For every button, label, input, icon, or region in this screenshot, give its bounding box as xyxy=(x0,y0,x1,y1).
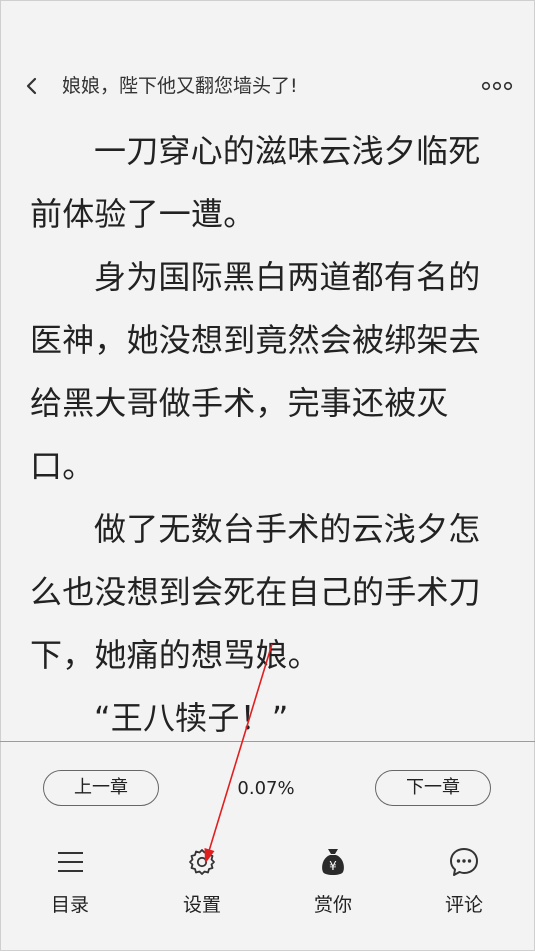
prev-chapter-button[interactable]: 上一章 xyxy=(43,770,159,806)
book-title: 娘娘，陛下他又翻您墙头了! xyxy=(62,75,298,97)
reading-progress: 0.07% xyxy=(237,778,295,799)
paragraph: 身为国际黑白两道都有名的医神，她没想到竟然会被绑架去给黑大哥做手术，完事还被灭口… xyxy=(30,258,481,485)
back-button[interactable] xyxy=(20,74,44,98)
toolbar-reward-label: 赏你 xyxy=(313,894,352,916)
gear-icon xyxy=(189,849,215,875)
toolbar-reward[interactable]: ¥ 赏你 xyxy=(293,846,373,926)
next-chapter-button[interactable]: 下一章 xyxy=(375,770,491,806)
more-button[interactable] xyxy=(481,78,513,94)
toolbar-comment-label: 评论 xyxy=(444,894,483,916)
comment-icon xyxy=(450,848,478,876)
toolbar-catalog[interactable]: 目录 xyxy=(30,846,110,926)
money-bag-icon: ¥ xyxy=(322,849,344,875)
toolbar-comment[interactable]: 评论 xyxy=(424,846,504,926)
toolbar-settings-label: 设置 xyxy=(182,894,221,916)
paragraph: 一刀穿心的滋味云浅夕临死前体验了一遭。 xyxy=(30,132,481,233)
menu-list-icon xyxy=(58,852,83,872)
toolbar-divider xyxy=(0,741,535,742)
chevron-left-icon xyxy=(26,77,37,95)
reader-header: 娘娘，陛下他又翻您墙头了! xyxy=(0,62,535,110)
paragraph: 做了无数台手术的云浅夕怎么也没想到会死在自己的手术刀下，她痛的想骂娘。 xyxy=(30,510,481,674)
more-dots-icon xyxy=(481,81,513,91)
toolbar-settings[interactable]: 设置 xyxy=(162,846,242,926)
toolbar-catalog-label: 目录 xyxy=(50,894,89,916)
svg-text:¥: ¥ xyxy=(329,859,337,873)
chapter-content: 一刀穿心的滋味云浅夕临死前体验了一遭。 身为国际黑白两道都有名的医神，她没想到竟… xyxy=(30,120,500,750)
